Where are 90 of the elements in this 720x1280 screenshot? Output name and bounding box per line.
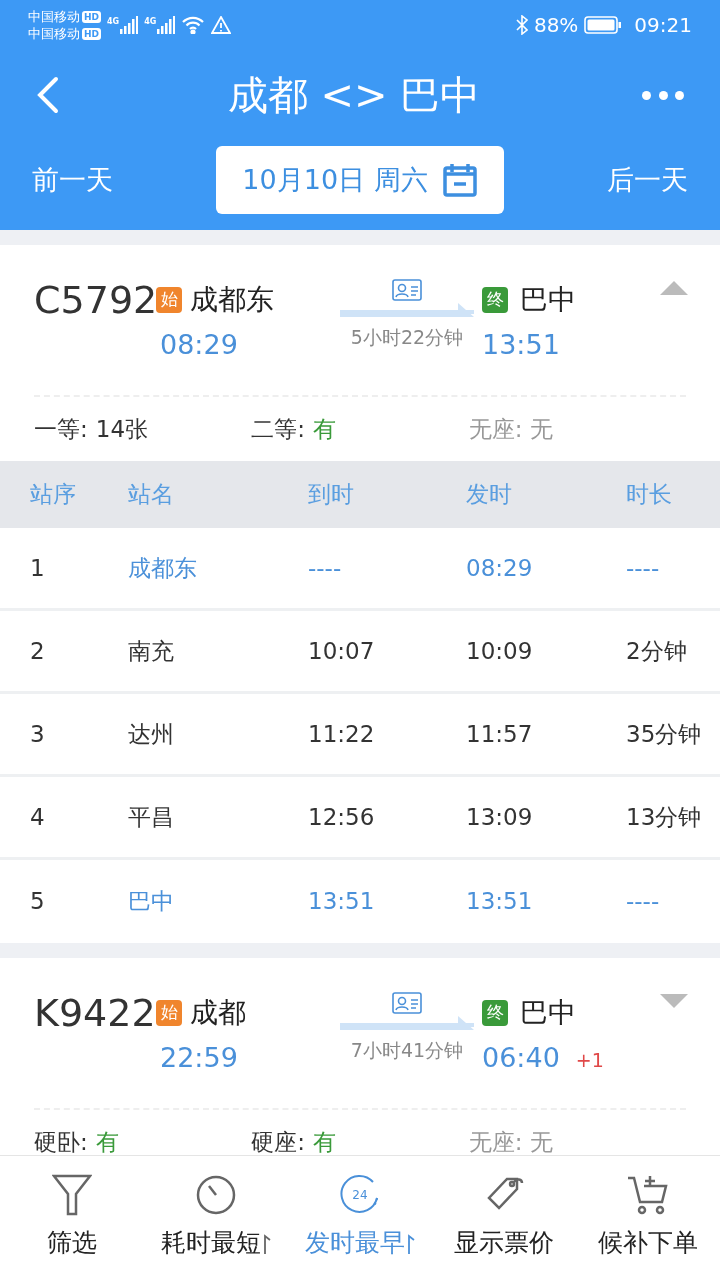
table-cell-text: 5	[30, 887, 46, 917]
arrow-line-icon	[340, 303, 474, 317]
column-header: 到时	[308, 480, 355, 510]
more-button[interactable]	[642, 89, 684, 101]
table-cell-text: ----	[308, 553, 343, 583]
seat-availability: 14张	[95, 414, 149, 444]
arrival-time: 13:51	[482, 328, 560, 362]
travel-duration: 7小时41分钟	[350, 1038, 464, 1063]
end-badge: 终	[482, 287, 508, 313]
departure-station: 成都	[190, 995, 246, 1031]
table-cell-text: 2分钟	[626, 636, 688, 666]
column-header: 站名	[128, 480, 175, 510]
seat-class: 硬座:	[251, 1127, 306, 1155]
wifi-icon	[181, 16, 206, 34]
carrier-name: 中国移动	[28, 25, 80, 42]
table-cell-text: 1	[30, 553, 46, 583]
table-cell-text: 13:09	[466, 802, 534, 832]
seat-availability: 无	[530, 1127, 554, 1155]
column-header: 时长	[626, 480, 673, 510]
timer-icon	[195, 1174, 237, 1217]
collapse-icon[interactable]	[660, 281, 688, 295]
page-title: 成都 <> 巴中	[227, 71, 481, 120]
network-type: 4G	[107, 16, 120, 28]
table-cell-text: 达州	[128, 719, 175, 749]
cart-icon	[626, 1174, 670, 1217]
table-cell-text: 巴中	[128, 887, 175, 917]
expand-icon[interactable]	[660, 994, 688, 1008]
next-day-mark: +1	[575, 1048, 604, 1073]
table-cell-text: 成都东	[128, 553, 198, 583]
network-type: 4G	[144, 16, 157, 28]
filter-icon	[52, 1174, 92, 1217]
table-cell-text: 13:51	[308, 887, 376, 917]
start-badge: 始	[156, 1000, 182, 1026]
seat-class: 一等:	[34, 414, 88, 444]
train-number: C5792	[34, 277, 156, 324]
seat-availability: 有	[313, 1127, 337, 1155]
sort-tab[interactable]: 耗时最短	[144, 1156, 288, 1280]
table-cell-text: 3	[30, 719, 46, 749]
clock: 09:21	[634, 12, 692, 39]
seat-class: 无座:	[468, 414, 523, 444]
table-cell-text: 10:09	[466, 636, 534, 666]
sort-tab[interactable]: 显示票价	[432, 1156, 576, 1280]
table-cell-text: 11:57	[466, 719, 534, 749]
departure-time: 22:59	[159, 1041, 239, 1075]
table-cell-text: 平昌	[128, 802, 175, 832]
signal-icon	[120, 16, 139, 34]
seat-class: 硬卧:	[34, 1127, 88, 1155]
table-cell-text: 南充	[128, 636, 175, 666]
warning-icon	[211, 16, 232, 34]
end-badge: 终	[482, 1000, 508, 1026]
seat-class: 无座:	[468, 1127, 523, 1155]
column-header: 站序	[30, 480, 77, 510]
table-cell-text: 10:07	[308, 636, 376, 666]
arrival-station: 巴中	[520, 995, 576, 1031]
table-cell-text: ----	[626, 553, 661, 583]
departure-time: 08:29	[159, 328, 239, 362]
table-cell-text: 35分钟	[626, 719, 703, 749]
table-cell-text: 4	[30, 802, 46, 832]
battery-percent: 88%	[533, 12, 579, 39]
train-number: K9422	[34, 990, 156, 1037]
sort-tab[interactable]: 筛选	[0, 1156, 144, 1280]
table-cell-text: 12:56	[308, 802, 376, 832]
calendar-icon	[441, 162, 478, 198]
id-card-icon	[392, 992, 422, 1014]
battery-icon	[584, 16, 623, 34]
arrow-line-icon	[340, 1016, 474, 1030]
table-cell-text: 13:51	[466, 887, 534, 917]
seat-availability: 有	[313, 414, 337, 444]
travel-duration: 5小时22分钟	[350, 325, 464, 350]
start-badge: 始	[156, 287, 182, 313]
table-cell-text: 08:29	[466, 553, 534, 583]
hd-badge: HD	[82, 10, 101, 23]
seat-availability: 无	[530, 414, 554, 444]
table-cell-text: 11:22	[308, 719, 376, 749]
arrival-station: 巴中	[520, 282, 576, 318]
bluetooth-icon	[515, 15, 528, 35]
table-cell-text: 13分钟	[626, 802, 703, 832]
departure-station: 成都东	[190, 282, 274, 318]
sort-tab[interactable]: 候补下单	[576, 1156, 720, 1280]
seat-class: 二等:	[251, 414, 306, 444]
column-header: 发时	[466, 480, 513, 510]
table-cell-text: 2	[30, 636, 46, 666]
id-card-icon	[392, 279, 422, 301]
carrier-name: 中国移动	[28, 8, 80, 25]
table-cell-text: ----	[626, 887, 661, 917]
signal-icon	[157, 16, 176, 34]
seat-availability: 有	[95, 1127, 119, 1155]
arrival-time: 06:40	[482, 1041, 560, 1075]
hd-badge: HD	[82, 27, 101, 40]
clock-icon-number: 24	[352, 1187, 368, 1205]
